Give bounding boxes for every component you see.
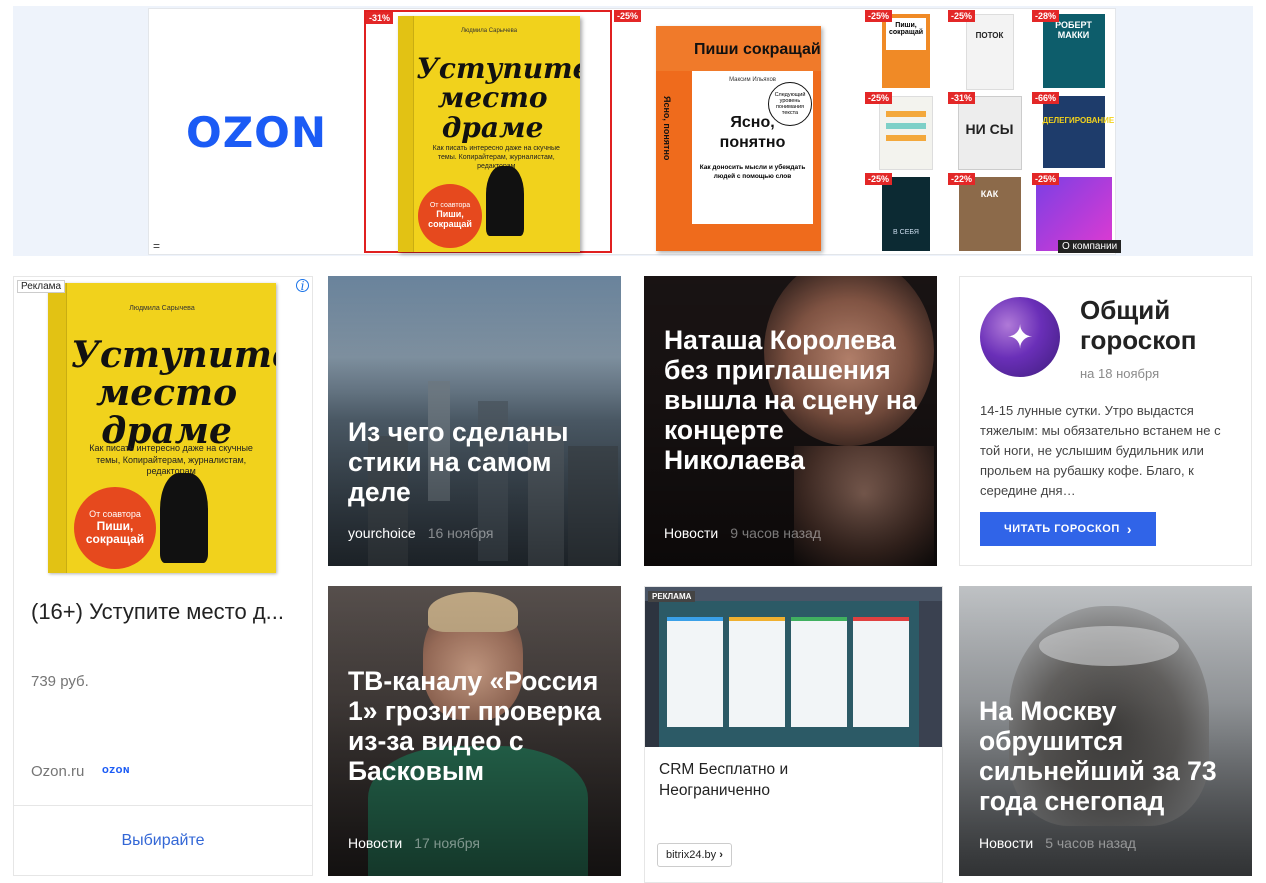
crm-screenshot[interactable]: РЕКЛАМА [645,587,942,747]
info-icon[interactable]: i [296,279,309,292]
news-title[interactable]: На Москву обрушится сильнейший за 73 год… [979,696,1236,816]
news-title[interactable]: Из чего сделаны стики на самом деле [348,417,605,507]
news-title[interactable]: Наташа Королева без приглашения вышла на… [664,325,921,475]
news-meta: Новости 9 часов назад [664,525,821,541]
banner-product-main[interactable]: -31% Людмила Сарычева Уступите место дра… [364,10,612,253]
sparkle-icon: ✦ [980,297,1060,377]
discount-badge: -31% [366,12,394,24]
crm-ad-card[interactable]: РЕКЛАМА CRM Бесплатно и Неограниченно bi… [644,586,943,883]
ad-domain[interactable]: Ozon.ru [31,763,84,780]
ad-cta-button[interactable]: Выбирайте [14,805,312,877]
chevron-right-icon: › [1126,521,1133,537]
banner-thumb[interactable]: -22% КАК [948,173,1031,253]
banner-thumb[interactable]: -25% [865,92,947,171]
ad-card[interactable]: Реклама i Людмила Сарычева Уступите мест… [13,276,313,876]
news-time: 9 часов назад [730,525,821,541]
news-card[interactable]: На Москву обрушится сильнейший за 73 год… [959,586,1252,876]
banner-thumb[interactable]: -25% Пиши, сокращай [865,10,947,90]
news-meta: Новости 5 часов назад [979,835,1136,851]
banner-thumb[interactable]: -28% РОБЕРТ МАККИ [1032,10,1115,90]
news-card[interactable]: Наташа Королева без приглашения вышла на… [644,276,937,566]
news-source[interactable]: Новости [664,525,718,541]
crm-domain-button[interactable]: bitrix24.by › [657,843,732,867]
news-meta: yourchoice 16 ноября [348,525,494,541]
banner-thumb[interactable]: -31% НИ СЫ [948,92,1031,171]
chevron-right-icon: › [719,849,723,861]
news-title[interactable]: ТВ-каналу «Россия 1» грозит проверка из-… [348,666,605,786]
ozon-banner[interactable]: OZON = -31% Людмила Сарычева Уступите ме… [148,8,1116,255]
book-cover: Пиши сокращай Максим Ильяхов Ясно, понят… [656,26,821,251]
domain-label: bitrix24.by [666,849,717,861]
horoscope-card[interactable]: ✦ Общий гороскоп на 18 ноября 14-15 лунн… [959,276,1252,566]
about-company-link[interactable]: О компании [1058,240,1122,253]
news-time: 5 часов назад [1045,835,1136,851]
ad-book-cover[interactable]: Людмила Сарычева Уступите место драме Ка… [48,283,276,573]
menu-icon[interactable]: = [153,239,160,253]
ad-price: 739 руб. [31,673,89,690]
news-source[interactable]: Новости [348,835,402,851]
news-meta: Новости 17 ноября [348,835,480,851]
discount-badge: -25% [614,10,642,22]
news-source[interactable]: Новости [979,835,1033,851]
news-time: 17 ноября [414,835,480,851]
crm-ad-title[interactable]: CRM Бесплатно и Неограниченно [659,759,809,801]
horoscope-date: на 18 ноября [1080,366,1160,381]
book-cover: Людмила Сарычева Уступите место драме Ка… [398,16,580,252]
news-time: 16 ноября [427,525,494,541]
ozon-mini-logo: OZON [102,766,131,775]
news-source[interactable]: yourchoice [348,525,416,541]
horoscope-title[interactable]: Общий гороскоп [1080,295,1230,355]
banner-thumb[interactable]: -25% ПОТОК [948,10,1031,90]
banner-thumb[interactable]: -25% В СЕБЯ [865,173,947,253]
horoscope-text: 14-15 лунные сутки. Утро выдастся тяжелы… [980,403,1221,498]
ad-label: Реклама [17,280,66,293]
news-card[interactable]: ТВ-каналу «Россия 1» грозит проверка из-… [328,586,621,876]
ad-title[interactable]: (16+) Уступите место д... [31,594,301,629]
banner-thumb[interactable]: -66% ДЕЛЕГИРОВАНИЕ [1032,92,1115,171]
ozon-logo[interactable]: OZON [149,9,364,256]
button-label: ЧИТАТЬ ГОРОСКОП [1003,523,1120,535]
news-card[interactable]: Из чего сделаны стики на самом деле your… [328,276,621,566]
read-horoscope-button[interactable]: ЧИТАТЬ ГОРОСКОП › [980,512,1156,546]
banner-product-second[interactable]: -25% Пиши сокращай Максим Ильяхов Ясно, … [614,10,863,253]
ad-label: РЕКЛАМА [648,591,696,602]
